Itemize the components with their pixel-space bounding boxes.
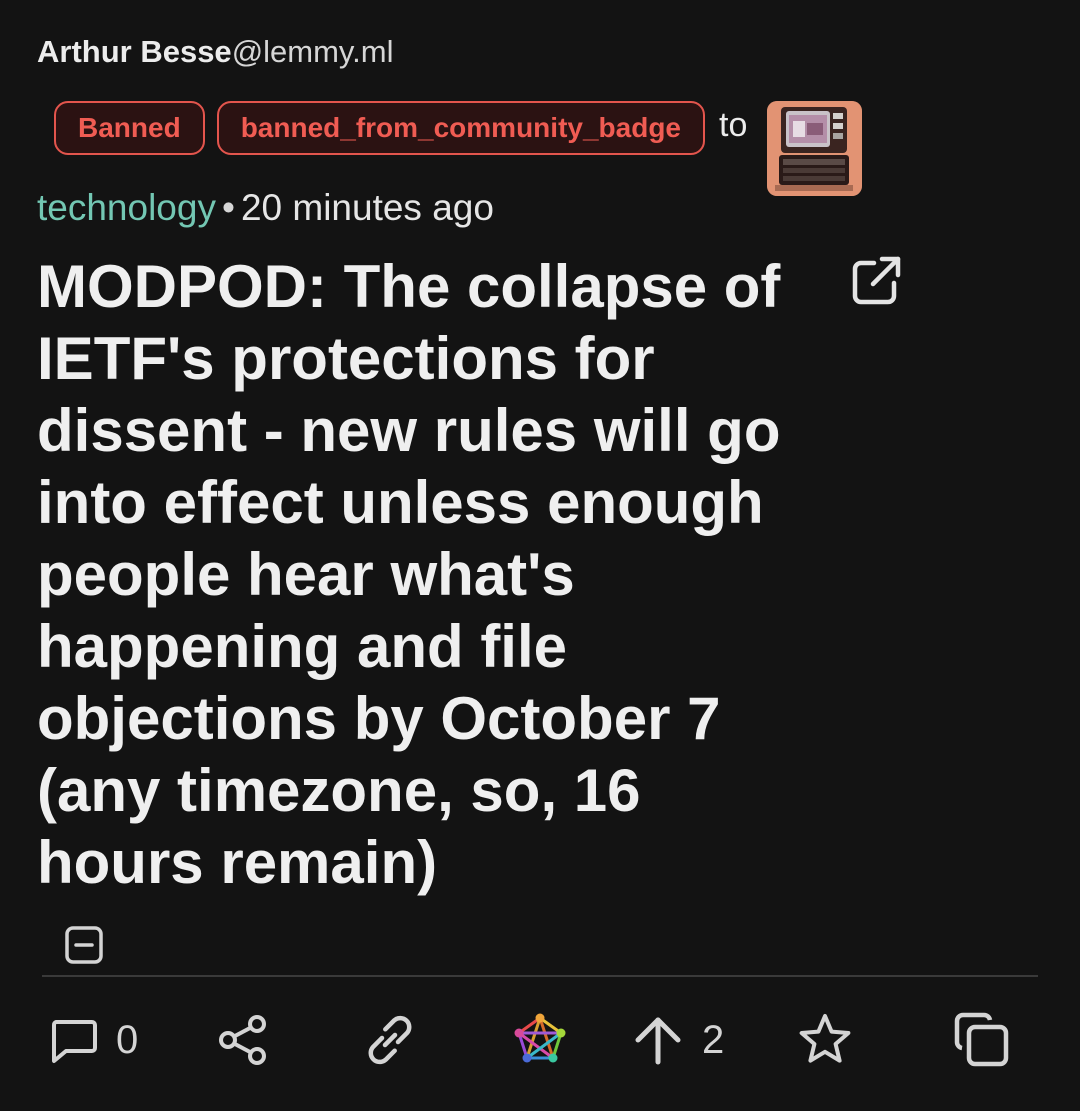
banned-from-community-badge: banned_from_community_badge bbox=[216, 101, 705, 155]
community-link[interactable]: technology bbox=[37, 187, 216, 228]
comment-icon bbox=[48, 1014, 100, 1066]
author-name[interactable]: Arthur Besse bbox=[37, 34, 232, 69]
collapse-icon[interactable] bbox=[64, 924, 104, 966]
external-link-icon[interactable] bbox=[848, 253, 904, 309]
banned-badge: Banned bbox=[54, 101, 205, 155]
link-icon bbox=[357, 1007, 423, 1073]
badge-row: Banned banned_from_community_badge to bbox=[54, 100, 863, 196]
share-icon bbox=[216, 1013, 270, 1067]
upvote-icon bbox=[630, 1012, 686, 1068]
fediverse-icon bbox=[512, 1012, 568, 1068]
save-button[interactable] bbox=[796, 1005, 854, 1075]
community-avatar[interactable] bbox=[767, 100, 863, 196]
upvote-button[interactable]: 2 bbox=[630, 1005, 724, 1075]
meta-separator: • bbox=[221, 187, 235, 228]
copy-button[interactable] bbox=[952, 1005, 1012, 1075]
post-meta: technology • 20 minutes ago bbox=[37, 185, 494, 231]
post-action-bar: 0 2 bbox=[0, 1005, 1080, 1075]
post-time: 20 minutes ago bbox=[240, 187, 494, 228]
share-button[interactable] bbox=[216, 1005, 270, 1075]
fediverse-button[interactable] bbox=[512, 1005, 568, 1075]
post-title[interactable]: MODPOD: The collapse of IETF's protectio… bbox=[37, 251, 817, 899]
comments-button[interactable]: 0 bbox=[48, 1005, 138, 1075]
comment-count: 0 bbox=[116, 1017, 139, 1062]
copy-icon bbox=[952, 1010, 1012, 1070]
link-button[interactable] bbox=[357, 1005, 423, 1075]
to-label: to bbox=[719, 105, 748, 144]
author-instance: @lemmy.ml bbox=[231, 34, 394, 69]
author-line[interactable]: Arthur Besse@lemmy.ml bbox=[37, 32, 393, 72]
star-icon bbox=[796, 1011, 854, 1069]
divider bbox=[42, 975, 1038, 977]
upvote-count: 2 bbox=[702, 1017, 725, 1062]
